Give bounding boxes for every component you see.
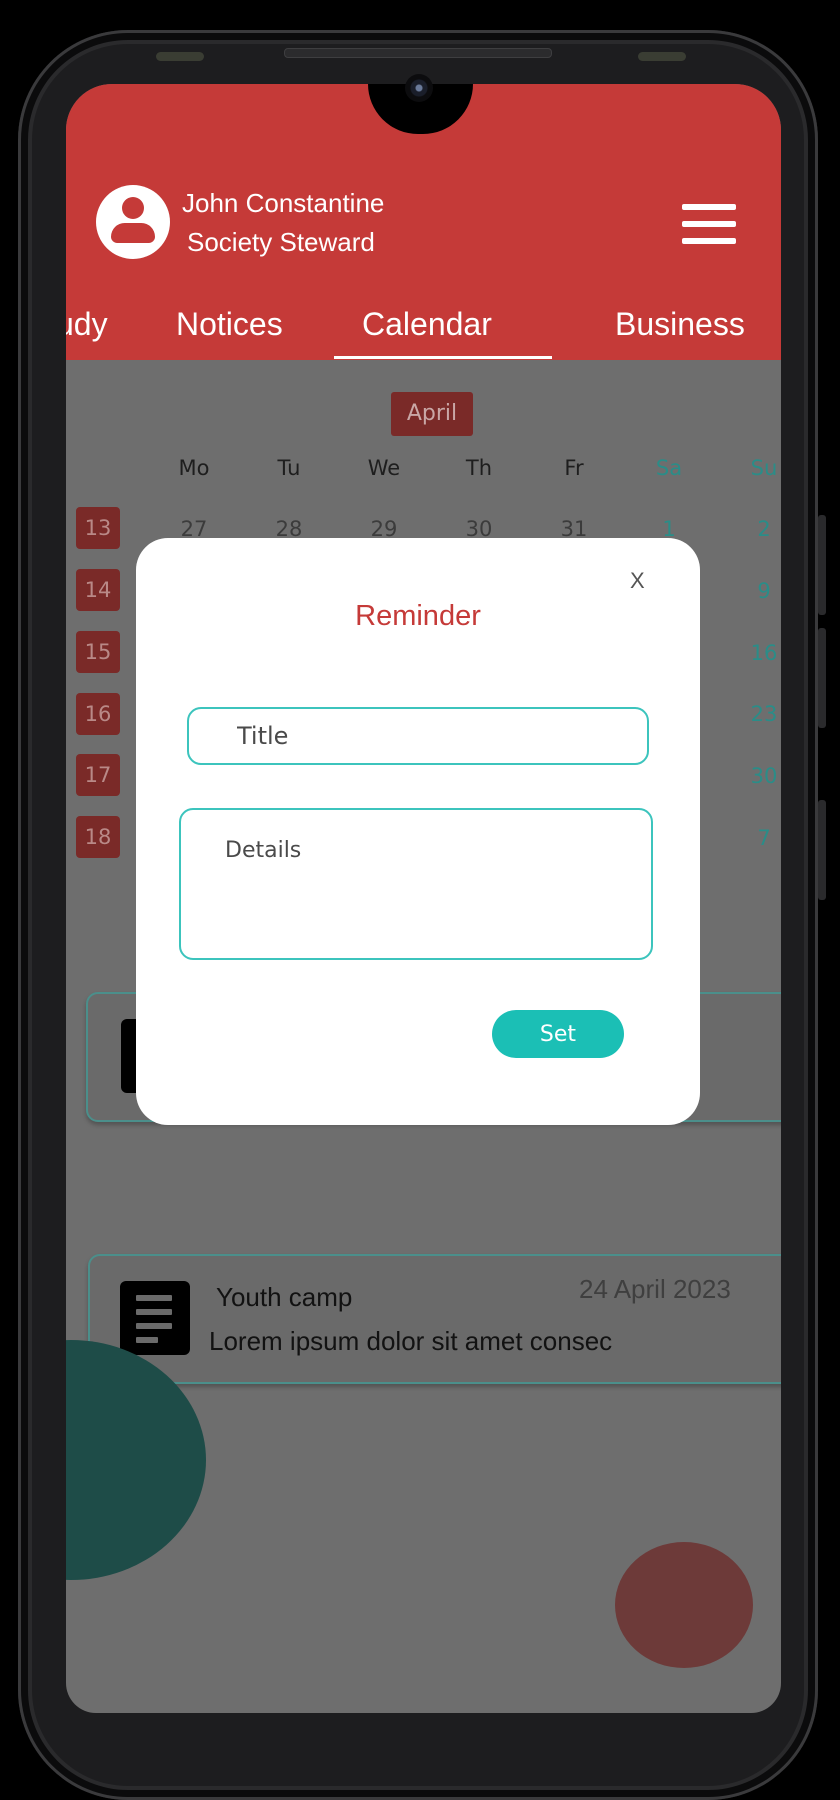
sensor-right: [638, 52, 686, 61]
date-cell[interactable]: 2: [734, 517, 781, 541]
floating-action-button[interactable]: [615, 1542, 753, 1668]
event-description: Lorem ipsum dolor sit amet consec: [209, 1326, 613, 1356]
volume-down-button: [818, 628, 826, 728]
hamburger-menu-icon[interactable]: [682, 204, 736, 246]
week-number: 15: [76, 631, 120, 673]
sensor-left: [156, 52, 204, 61]
power-button: [818, 800, 826, 900]
reminder-dialog: X Reminder Set: [136, 538, 700, 1125]
close-icon[interactable]: X: [630, 568, 645, 594]
front-camera: [405, 74, 433, 102]
week-number: 17: [76, 754, 120, 796]
month-label[interactable]: April: [391, 392, 473, 436]
weekday-header: Mo: [178, 456, 210, 480]
tab-business[interactable]: Business: [615, 306, 745, 343]
user-role: Society Steward: [187, 227, 375, 257]
user-circle-icon[interactable]: [96, 185, 170, 259]
tab-calendar[interactable]: Calendar: [362, 306, 492, 343]
week-number: 16: [76, 693, 120, 735]
date-cell[interactable]: 16: [734, 641, 781, 665]
earpiece-speaker: [284, 48, 552, 58]
weekday-header: Fr: [564, 456, 584, 480]
weekday-header: Th: [465, 456, 493, 480]
set-button[interactable]: Set: [492, 1010, 624, 1058]
details-input[interactable]: [179, 808, 653, 960]
tab-study[interactable]: udy: [66, 306, 108, 343]
weekday-header: Tu: [277, 456, 301, 480]
volume-up-button: [818, 515, 826, 615]
weekday-header: Su: [750, 456, 778, 480]
title-input[interactable]: [187, 707, 649, 765]
week-number: 13: [76, 507, 120, 549]
document-icon: [120, 1281, 190, 1355]
week-number: 18: [76, 816, 120, 858]
tab-notices[interactable]: Notices: [176, 306, 283, 343]
dialog-title: Reminder: [355, 600, 481, 632]
event-date: 24 April 2023: [579, 1274, 731, 1304]
date-cell[interactable]: 7: [734, 826, 781, 850]
app-screen: John Constantine Society Steward udy Not…: [66, 84, 781, 1713]
weekday-header: Sa: [655, 456, 683, 480]
event-title: Youth camp: [216, 1282, 353, 1312]
active-tab-indicator: [334, 356, 552, 359]
date-cell[interactable]: 9: [734, 579, 781, 603]
event-card[interactable]: Youth camp 24 April 2023 Lorem ipsum dol…: [88, 1254, 781, 1384]
weekday-header: We: [367, 456, 401, 480]
date-cell[interactable]: 23: [734, 702, 781, 726]
date-cell[interactable]: 30: [734, 764, 781, 788]
week-number: 14: [76, 569, 120, 611]
user-name: John Constantine: [182, 188, 385, 218]
